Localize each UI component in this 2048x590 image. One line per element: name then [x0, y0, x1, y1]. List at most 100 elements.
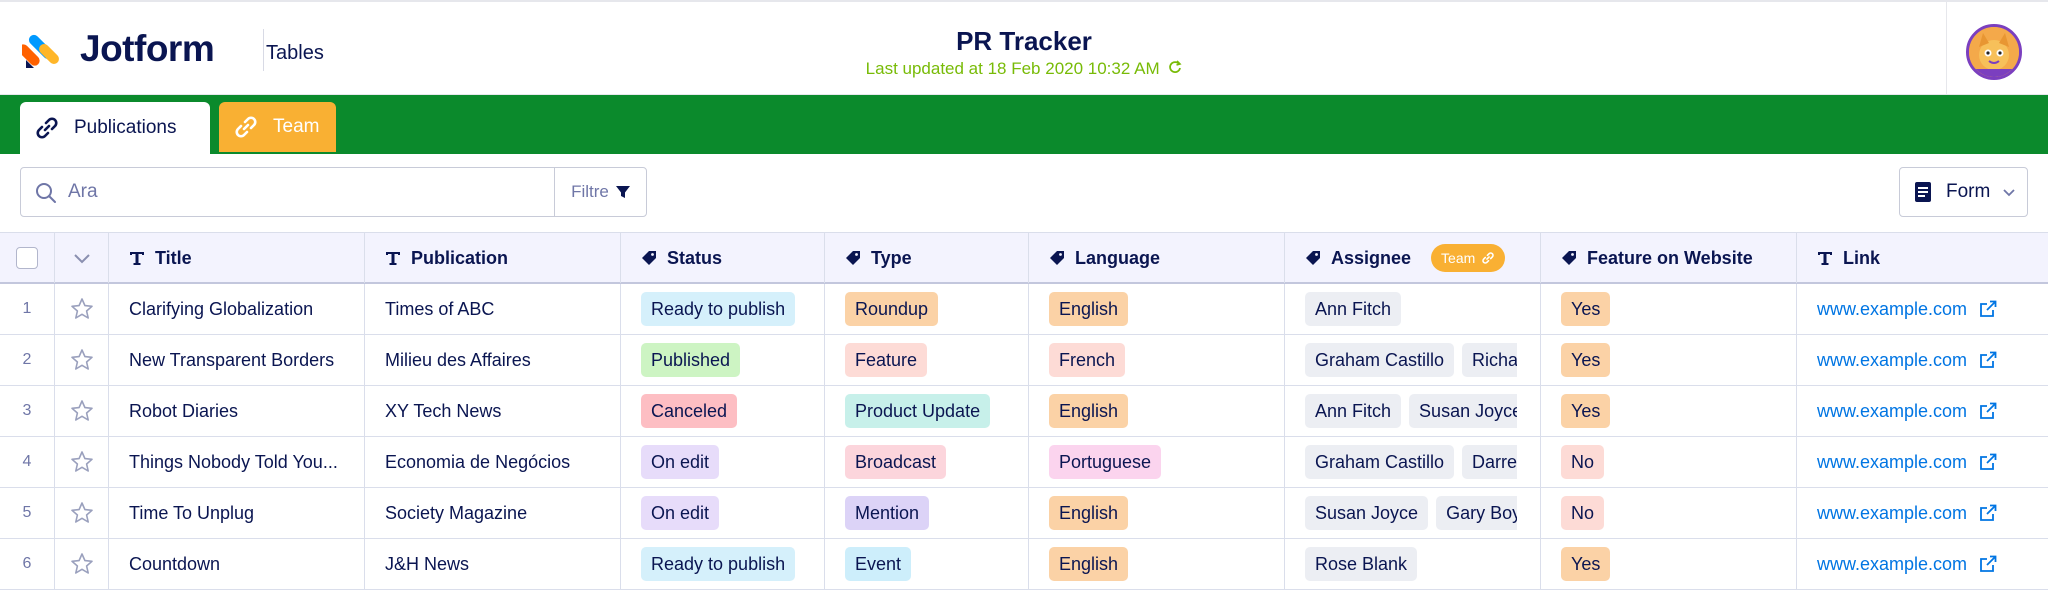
language-tag[interactable]: Portuguese [1049, 445, 1162, 479]
link-cell[interactable]: www.example.com [1817, 401, 1997, 422]
publication-cell[interactable]: XY Tech News [385, 401, 501, 422]
status-tag[interactable]: On edit [641, 445, 720, 479]
link-cell[interactable]: www.example.com [1817, 299, 1997, 320]
type-tag[interactable]: Roundup [845, 292, 939, 326]
feature-tag[interactable]: Yes [1561, 343, 1611, 377]
type-tag[interactable]: Event [845, 547, 912, 581]
star-icon[interactable] [55, 386, 109, 436]
link-cell[interactable]: www.example.com [1817, 503, 1997, 524]
status-tag[interactable]: On edit [641, 496, 720, 530]
link-text[interactable]: www.example.com [1817, 554, 1967, 575]
link-text[interactable]: www.example.com [1817, 401, 1967, 422]
language-tag[interactable]: English [1049, 292, 1129, 326]
table-header: Title Publication Status Type Language A… [0, 232, 2048, 284]
external-link-icon[interactable] [1973, 453, 1997, 471]
external-link-icon[interactable] [1973, 351, 1997, 369]
feature-tag[interactable]: No [1561, 496, 1605, 530]
type-tag[interactable]: Broadcast [845, 445, 947, 479]
column-status[interactable]: Status [621, 233, 825, 283]
column-language[interactable]: Language [1029, 233, 1285, 283]
title-cell[interactable]: Things Nobody Told You... [129, 452, 338, 473]
link-text[interactable]: www.example.com [1817, 503, 1967, 524]
table-row[interactable]: 4 Things Nobody Told You... Economia de Ne… [0, 437, 2048, 488]
column-link[interactable]: Link [1797, 233, 2048, 283]
title-cell[interactable]: Robot Diaries [129, 401, 238, 422]
type-tag[interactable]: Product Update [845, 394, 991, 428]
publication-cell[interactable]: J&H News [385, 554, 469, 575]
publication-cell[interactable]: Milieu des Affaires [385, 350, 531, 371]
column-feature[interactable]: Feature on Website [1541, 233, 1797, 283]
external-link-icon[interactable] [1973, 300, 1997, 318]
assignee-tag[interactable]: Richar [1462, 343, 1517, 377]
filter-button[interactable]: Filtre [554, 168, 647, 216]
external-link-icon[interactable] [1973, 402, 1997, 420]
assignee-tag[interactable]: Rose Blank [1305, 547, 1418, 581]
assignee-tag[interactable]: Susan Joyce [1305, 496, 1429, 530]
search-input[interactable] [68, 176, 568, 208]
status-tag[interactable]: Canceled [641, 394, 738, 428]
column-label: Language [1075, 247, 1161, 268]
column-type[interactable]: Type [825, 233, 1029, 283]
page-title[interactable]: PR Tracker [0, 26, 2048, 57]
link-cell[interactable]: www.example.com [1817, 350, 1997, 371]
chevron-down-icon[interactable] [73, 252, 91, 264]
title-cell[interactable]: Countdown [129, 554, 220, 575]
form-button[interactable]: Form [1899, 167, 2028, 217]
assignee-tag[interactable]: Ann Fitch [1305, 292, 1402, 326]
title-cell[interactable]: Clarifying Globalization [129, 299, 313, 320]
star-icon[interactable] [55, 488, 109, 538]
table-row[interactable]: 2 New Transparent Borders Milieu des Affai… [0, 335, 2048, 386]
assignee-tag[interactable]: Gary Boyl [1436, 496, 1517, 530]
type-tag[interactable]: Feature [845, 343, 928, 377]
assignee-tag[interactable]: Darrel [1462, 445, 1517, 479]
feature-tag[interactable]: No [1561, 445, 1605, 479]
external-link-icon[interactable] [1973, 504, 1997, 522]
table-row[interactable]: 1 Clarifying Globalization Times of ABC Rea… [0, 284, 2048, 335]
tag-type-icon [845, 250, 861, 266]
publication-cell[interactable]: Economia de Negócios [385, 452, 570, 473]
assignee-tag[interactable]: Graham Castillo [1305, 445, 1455, 479]
assignee-tag[interactable]: Susan Joyce [1409, 394, 1517, 428]
publication-cell[interactable]: Times of ABC [385, 299, 494, 320]
table-row[interactable]: 6 Countdown J&H News Ready to publish Event E… [0, 539, 2048, 590]
link-text[interactable]: www.example.com [1817, 350, 1967, 371]
feature-tag[interactable]: Yes [1561, 394, 1611, 428]
external-link-icon[interactable] [1973, 555, 1997, 573]
star-icon[interactable] [55, 539, 109, 589]
refresh-icon[interactable] [1168, 60, 1182, 74]
link-cell[interactable]: www.example.com [1817, 554, 1997, 575]
table-row[interactable]: 5 Time To Unplug Society Magazine On edit Me… [0, 488, 2048, 539]
status-tag[interactable]: Ready to publish [641, 292, 796, 326]
status-tag[interactable]: Published [641, 343, 741, 377]
team-link-badge[interactable]: Team [1431, 244, 1506, 272]
star-icon[interactable] [55, 335, 109, 385]
column-publication[interactable]: Publication [365, 233, 621, 283]
feature-tag[interactable]: Yes [1561, 292, 1611, 326]
tab-publications[interactable]: Publications [20, 102, 210, 154]
star-icon[interactable] [55, 284, 109, 334]
link-text[interactable]: www.example.com [1817, 452, 1967, 473]
assignee-tag[interactable]: Graham Castillo [1305, 343, 1455, 377]
type-tag[interactable]: Mention [845, 496, 930, 530]
publication-cell[interactable]: Society Magazine [385, 503, 527, 524]
title-cell[interactable]: Time To Unplug [129, 503, 254, 524]
select-all-checkbox[interactable] [16, 247, 38, 269]
language-tag[interactable]: English [1049, 394, 1129, 428]
star-icon[interactable] [55, 437, 109, 487]
filter-label: Filtre [571, 182, 609, 201]
link-cell[interactable]: www.example.com [1817, 452, 1997, 473]
tab-team[interactable]: Team [219, 102, 336, 152]
language-tag[interactable]: English [1049, 547, 1129, 581]
assignee-tag[interactable]: Ann Fitch [1305, 394, 1402, 428]
user-avatar[interactable] [1966, 24, 2022, 80]
column-assignee[interactable]: Assignee Team [1285, 233, 1541, 283]
feature-tag[interactable]: Yes [1561, 547, 1611, 581]
language-tag[interactable]: French [1049, 343, 1126, 377]
column-label: Type [871, 247, 912, 268]
language-tag[interactable]: English [1049, 496, 1129, 530]
column-title[interactable]: Title [109, 233, 365, 283]
link-text[interactable]: www.example.com [1817, 299, 1967, 320]
status-tag[interactable]: Ready to publish [641, 547, 796, 581]
table-row[interactable]: 3 Robot Diaries XY Tech News Canceled Produc… [0, 386, 2048, 437]
title-cell[interactable]: New Transparent Borders [129, 350, 334, 371]
